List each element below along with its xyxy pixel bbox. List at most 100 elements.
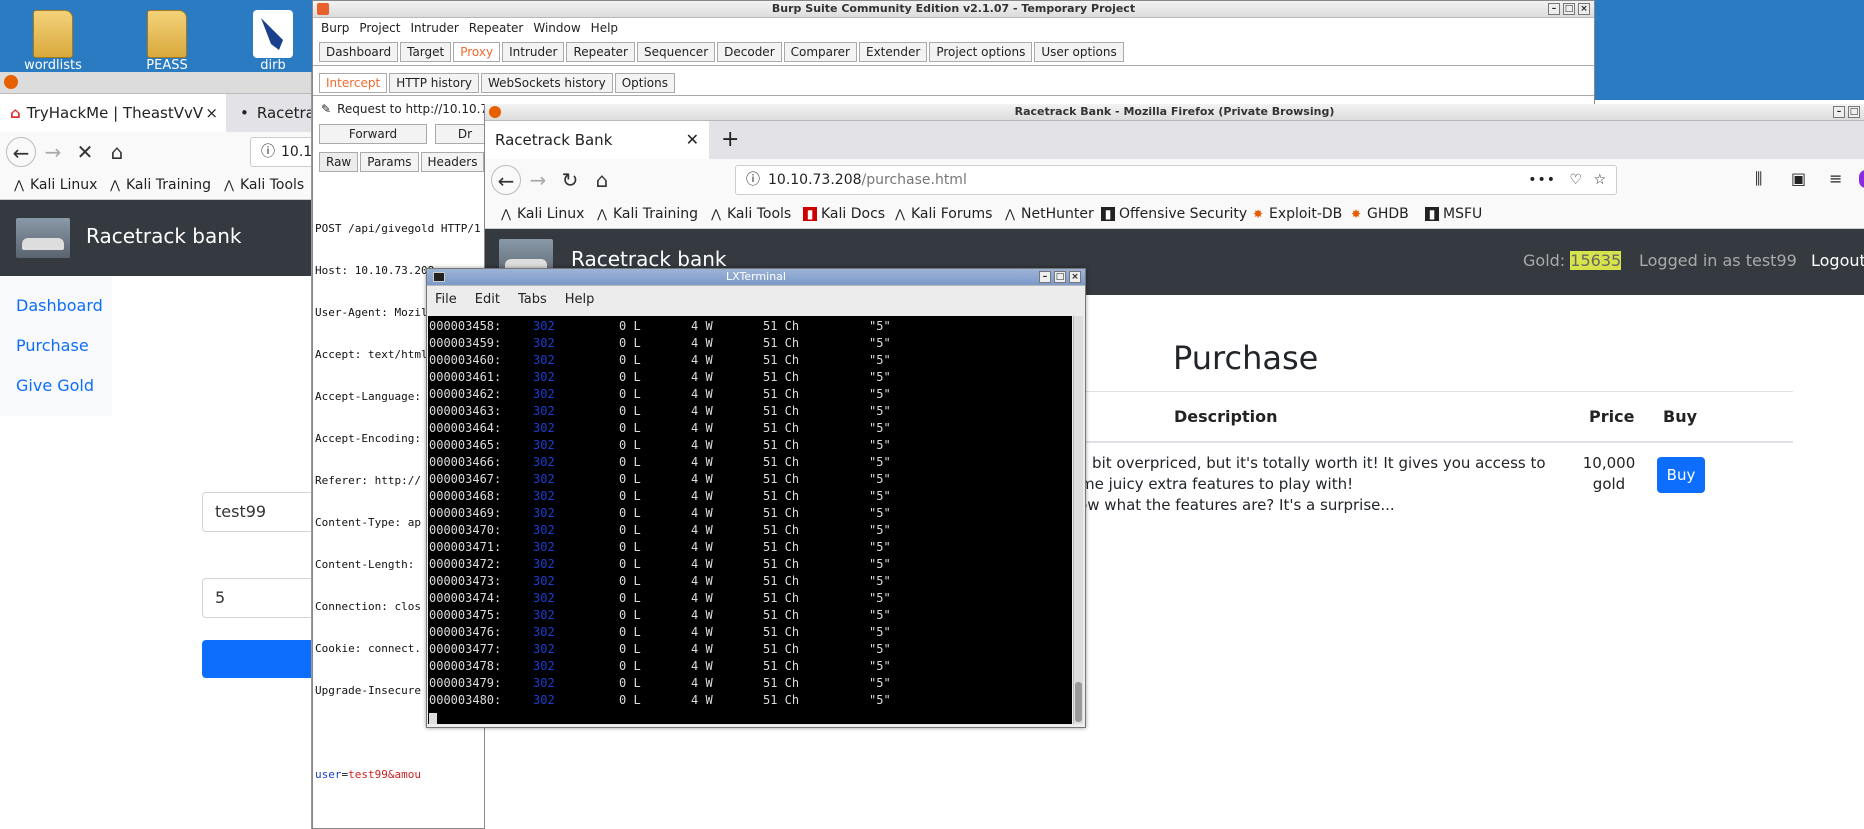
tab-intercept[interactable]: Intercept <box>319 73 388 93</box>
home-icon[interactable]: ⌂ <box>587 165 617 195</box>
sidebar-item-purchase[interactable]: Purchase <box>16 336 89 355</box>
back-icon[interactable]: ← <box>491 165 521 195</box>
close-icon[interactable]: × <box>1069 271 1081 283</box>
terminal-field-ch: 51 Ch <box>763 625 800 639</box>
burp-icon <box>317 3 329 15</box>
desktop-icon-dirb[interactable]: dirb <box>248 10 298 73</box>
library-icon[interactable]: ⫼ <box>1755 169 1762 189</box>
terminal-scrollbar[interactable] <box>1073 316 1083 724</box>
tab-racetrack[interactable]: • Racetrac <box>230 94 311 132</box>
url-bar[interactable]: ⓘ 10.10.73.208/purchase.html ••• ♡ ☆ <box>735 165 1617 195</box>
tab-params[interactable]: Params <box>360 152 419 172</box>
tab-headers[interactable]: Headers <box>420 152 485 172</box>
home-icon[interactable]: ⌂ <box>102 137 132 167</box>
maximize-icon[interactable]: □ <box>1848 106 1860 118</box>
bookmark-kali-linux[interactable]: ⋀ Kali Linux <box>499 206 584 222</box>
close-icon[interactable]: ✕ <box>686 121 699 159</box>
bookmark-kali-tools[interactable]: ⋀ Kali Tools <box>709 206 791 222</box>
brand[interactable]: Racetrack bank <box>86 224 241 248</box>
tab-dashboard[interactable]: Dashboard <box>319 42 399 62</box>
close-icon[interactable]: × <box>205 94 218 132</box>
bookmark-kali-tools[interactable]: ⋀ Kali Tools <box>222 177 304 193</box>
tab-project-options[interactable]: Project options <box>929 42 1033 62</box>
bookmark-kali-forums[interactable]: ⋀ Kali Forums <box>893 206 992 222</box>
terminal-field-id: 000003480: <box>429 693 502 707</box>
maximize-icon[interactable]: □ <box>1563 3 1575 15</box>
sidebar-icon[interactable]: ▣ <box>1791 169 1806 188</box>
menu-burp[interactable]: Burp <box>321 18 349 38</box>
menu-help[interactable]: Help <box>591 18 618 38</box>
logout-link[interactable]: Logout <box>1811 251 1864 270</box>
minimize-icon[interactable]: – <box>1833 106 1845 118</box>
menu-edit[interactable]: Edit <box>475 286 500 314</box>
terminal-field-l: 0 L <box>619 608 641 622</box>
bookmark-star-icon[interactable]: ☆ <box>1593 166 1606 194</box>
request-body: user=test99&amou <box>315 768 421 781</box>
bookmark-kali-docs[interactable]: ▮ Kali Docs <box>803 206 885 222</box>
url-bar[interactable]: ⓘ 10.1 <box>250 137 311 167</box>
tab-proxy-options[interactable]: Options <box>614 73 675 93</box>
bookmark-label: Kali Training <box>613 206 698 222</box>
exploit-db-icon: ✸ <box>1252 207 1264 221</box>
bookmark-exploit-db[interactable]: ✸ Exploit-DB <box>1251 206 1342 222</box>
desktop-icon-peass[interactable]: PEASS <box>132 10 202 73</box>
desktop-icon-wordlists[interactable]: wordlists <box>18 10 88 73</box>
forward-icon[interactable]: → <box>38 137 68 167</box>
tab-raw[interactable]: Raw <box>319 152 359 172</box>
sidebar-item-dashboard[interactable]: Dashboard <box>16 296 103 315</box>
tab-sequencer[interactable]: Sequencer <box>637 42 716 62</box>
terminal-field-w: 4 W <box>691 387 713 401</box>
tab-tryhackme[interactable]: ⌂ TryHackMe | TheastVvV × <box>0 94 226 132</box>
sidebar-item-give-gold[interactable]: Give Gold <box>16 376 94 395</box>
bookmark-msfu[interactable]: ▮ MSFU <box>1425 206 1482 222</box>
tab-target[interactable]: Target <box>400 42 452 62</box>
menu-icon[interactable]: ≡ <box>1829 169 1842 188</box>
terminal-field-w: 4 W <box>691 625 713 639</box>
minimize-icon[interactable]: – <box>1548 3 1560 15</box>
folder-icon <box>147 10 187 58</box>
buy-button[interactable]: Buy <box>1657 457 1705 493</box>
tab-racetrack-bank[interactable]: Racetrack Bank ✕ <box>485 121 709 159</box>
forward-button[interactable]: Forward <box>319 124 427 144</box>
tab-proxy[interactable]: Proxy <box>453 42 501 62</box>
menu-help[interactable]: Help <box>565 286 595 314</box>
close-icon[interactable]: × <box>1578 3 1590 15</box>
bookmark-kali-linux[interactable]: ⋀ Kali Linux <box>12 177 97 193</box>
bookmark-ghdb[interactable]: ✸ GHDB <box>1349 206 1409 222</box>
amount-field[interactable]: 5 <box>202 578 311 618</box>
bookmark-nethunter[interactable]: ⋀ NetHunter <box>1003 206 1094 222</box>
kali-icon: ⋀ <box>110 178 120 192</box>
new-tab-icon[interactable]: + <box>711 121 749 159</box>
terminal-field-l: 0 L <box>619 642 641 656</box>
stop-icon[interactable]: ✕ <box>70 137 100 167</box>
tab-websockets-history[interactable]: WebSockets history <box>481 73 613 93</box>
menu-repeater[interactable]: Repeater <box>469 18 524 38</box>
menu-file[interactable]: File <box>435 286 457 314</box>
menu-intruder[interactable]: Intruder <box>410 18 458 38</box>
pocket-icon[interactable]: ♡ <box>1569 166 1582 194</box>
tab-http-history[interactable]: HTTP history <box>389 73 480 93</box>
menu-project[interactable]: Project <box>359 18 400 38</box>
terminal-icon <box>433 272 445 282</box>
menu-window[interactable]: Window <box>533 18 580 38</box>
bookmark-offensive-security[interactable]: ▮ Offensive Security <box>1101 206 1247 222</box>
bookmark-kali-training[interactable]: ⋀ Kali Training <box>108 177 211 193</box>
request-line: POST /api/givegold HTTP/1 <box>315 222 481 235</box>
page-actions-icon[interactable]: ••• <box>1528 166 1556 194</box>
tab-decoder[interactable]: Decoder <box>717 42 782 62</box>
reload-icon[interactable]: ↻ <box>555 165 585 195</box>
maximize-icon[interactable]: □ <box>1054 271 1066 283</box>
tab-intruder[interactable]: Intruder <box>502 42 565 62</box>
tab-repeater[interactable]: Repeater <box>566 42 635 62</box>
terminal-output[interactable]: 000003458: 302 0 L 4 W 51 Ch "5" 000003459: 302… <box>428 316 1072 724</box>
menu-tabs[interactable]: Tabs <box>518 286 547 314</box>
tab-user-options[interactable]: User options <box>1034 42 1124 62</box>
minimize-icon[interactable]: – <box>1039 271 1051 283</box>
forward-icon[interactable]: → <box>523 165 553 195</box>
tab-extender[interactable]: Extender <box>859 42 928 62</box>
bookmark-kali-training[interactable]: ⋀ Kali Training <box>595 206 698 222</box>
tab-comparer[interactable]: Comparer <box>783 42 857 62</box>
user-field[interactable]: test99 <box>202 492 311 532</box>
back-icon[interactable]: ← <box>6 137 36 167</box>
give-button[interactable] <box>202 640 311 678</box>
